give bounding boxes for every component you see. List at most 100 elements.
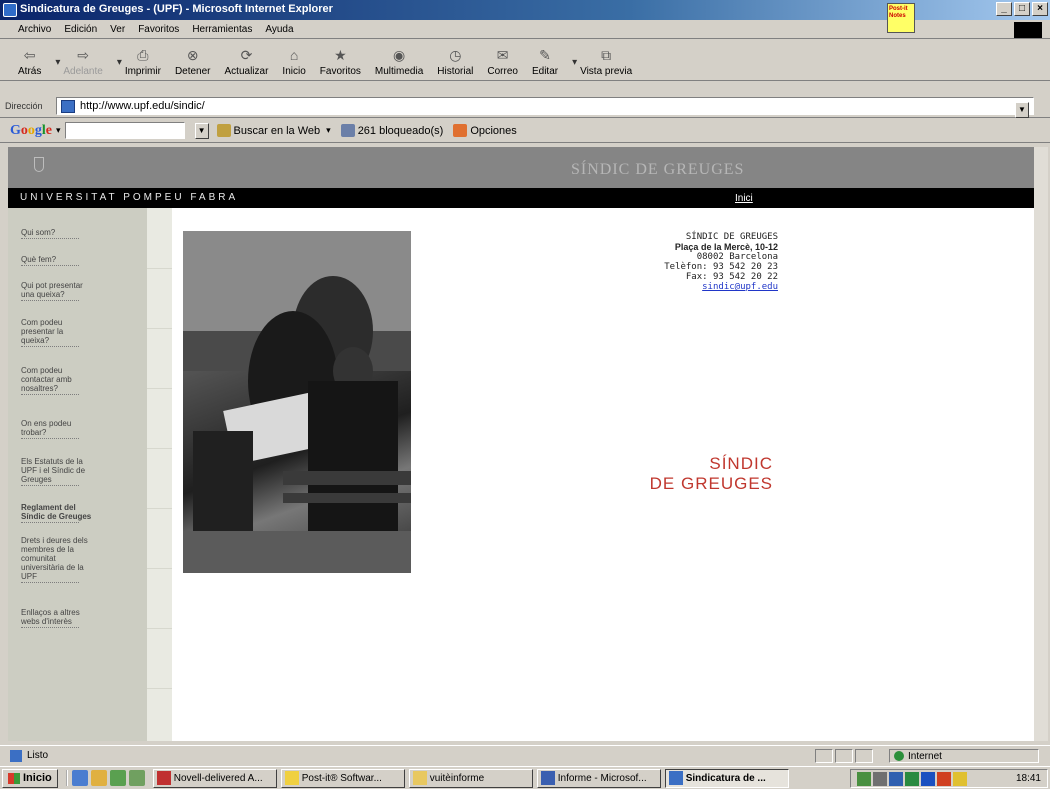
- menu-ver[interactable]: Ver: [110, 24, 125, 35]
- volume-tray-icon[interactable]: [873, 771, 887, 786]
- nav-que-fem[interactable]: Què fem?: [21, 255, 121, 266]
- notes-tray-icon[interactable]: [953, 771, 967, 786]
- ie-quicklaunch-icon[interactable]: [71, 770, 88, 786]
- back-arrow-icon: ⇦: [23, 46, 36, 63]
- task-folder[interactable]: vuitèinforme: [408, 768, 533, 788]
- home-button[interactable]: ⌂ Inicio: [282, 46, 305, 77]
- popup-blocker-button[interactable]: 261 bloqueado(s): [340, 124, 444, 137]
- status-text: Listo: [27, 750, 49, 761]
- home-label: Inicio: [282, 66, 306, 77]
- minimize-button[interactable]: _: [996, 2, 1012, 16]
- stop-button[interactable]: ⊗ Detener: [174, 46, 211, 78]
- messenger-tray-icon[interactable]: [905, 771, 919, 786]
- site-header: SÍNDIC DE GREUGES: [8, 147, 1048, 188]
- google-search-box[interactable]: [64, 122, 185, 139]
- address-dropdown-icon[interactable]: ▼: [1015, 102, 1029, 118]
- windows-logo-icon: [1014, 22, 1042, 38]
- back-button[interactable]: ⇦ Atrás: [18, 46, 41, 78]
- nav-label: Drets i deures dels membres de la comuni…: [21, 536, 88, 581]
- nav-drets-deures[interactable]: Drets i deures dels membres de la comuni…: [21, 536, 93, 583]
- nav-reglament[interactable]: Reglament del Síndic de Greuges: [21, 503, 93, 523]
- nav-on-trobar[interactable]: On ens podeu trobar?: [21, 419, 81, 439]
- task-word[interactable]: Informe - Microsof...: [536, 768, 661, 788]
- vertical-scrollbar[interactable]: [1034, 147, 1048, 741]
- address-input[interactable]: [80, 100, 980, 112]
- forward-button[interactable]: ⇨ Adelante: [63, 46, 103, 78]
- menu-herramientas[interactable]: Herramientas: [192, 24, 252, 35]
- outlook-quicklaunch-icon[interactable]: [90, 770, 107, 786]
- postit-notes-icon[interactable]: Post-it Notes: [887, 3, 915, 33]
- stop-label: Detener: [174, 66, 211, 77]
- edit-dropdown-icon[interactable]: ▾: [572, 57, 580, 68]
- options-icon: [453, 124, 468, 137]
- address-bar: Dirección ▼: [0, 94, 1050, 118]
- search-web-dropdown-icon[interactable]: ▾: [326, 125, 331, 136]
- google-menu-dropdown-icon[interactable]: ▾: [56, 125, 61, 136]
- google-search-dropdown-icon[interactable]: ▼: [194, 122, 209, 139]
- print-preview-button[interactable]: ⧉ Vista previa: [580, 46, 633, 78]
- task-label: Informe - Microsof...: [557, 772, 647, 784]
- contact-email-link[interactable]: sindic@upf.edu: [702, 282, 778, 292]
- nav-label: Què fem?: [21, 255, 57, 264]
- google-search-input[interactable]: [65, 123, 184, 138]
- task-label: Novell-delivered A...: [173, 772, 263, 784]
- desktop-quicklaunch-icon[interactable]: [109, 770, 126, 786]
- status-bar: Listo Internet: [0, 745, 1050, 765]
- print-preview-label: Vista previa: [580, 66, 633, 77]
- nav-qui-pot-presentar[interactable]: Qui pot presentar una queixa?: [21, 281, 91, 301]
- nav-label: Qui pot presentar una queixa?: [21, 281, 83, 299]
- home-link[interactable]: Inici: [735, 193, 753, 204]
- update-tray-icon[interactable]: [937, 771, 951, 786]
- photo-illustration: [183, 231, 411, 573]
- google-search-web-button[interactable]: Buscar en la Web ▾: [216, 124, 331, 137]
- mail-icon: ✉: [496, 46, 509, 63]
- start-button[interactable]: Inicio: [2, 768, 58, 788]
- task-label: Post-it® Softwar...: [301, 772, 382, 784]
- multimedia-label: Multimedia: [374, 66, 424, 77]
- task-postit[interactable]: Post-it® Softwar...: [280, 768, 405, 788]
- menu-edicion[interactable]: Edición: [64, 24, 97, 35]
- nav-enllacos[interactable]: Enllaços a altres webs d'interès: [21, 608, 83, 628]
- refresh-icon: ⟳: [240, 46, 253, 63]
- close-button[interactable]: ×: [1032, 2, 1048, 16]
- site-subheader: UNIVERSITAT POMPEU FABRA Inici: [8, 188, 1048, 208]
- monitor-tray-icon[interactable]: [889, 771, 903, 786]
- nav-com-presentar[interactable]: Com podeu presentar la queixa?: [21, 318, 81, 347]
- multimedia-button[interactable]: ◉ Multimedia: [374, 46, 424, 78]
- nav-qui-som[interactable]: Qui som?: [21, 228, 121, 239]
- page-icon: [61, 99, 75, 113]
- menu-archivo[interactable]: Archivo: [18, 24, 51, 35]
- nav-label: Enllaços a altres webs d'interès: [21, 608, 80, 626]
- nav-estatuts[interactable]: Els Estatuts de la UPF i el Síndic de Gr…: [21, 457, 91, 486]
- favorites-button[interactable]: ★ Favoritos: [320, 46, 361, 78]
- task-novell[interactable]: Novell-delivered A...: [152, 768, 277, 788]
- google-options-button[interactable]: Opciones: [453, 124, 517, 137]
- back-dropdown-icon[interactable]: ▾: [55, 57, 63, 68]
- menu-ayuda[interactable]: Ayuda: [265, 24, 293, 35]
- upf-shield-icon: [34, 157, 44, 172]
- status-panels: [815, 749, 873, 763]
- network-tray-icon[interactable]: [857, 771, 871, 786]
- address-field[interactable]: ▼: [56, 97, 1034, 118]
- google-toolbar: Google ▾ ▼ Buscar en la Web ▾ 261 bloque…: [0, 119, 1050, 143]
- print-button[interactable]: ⎙ Imprimir: [125, 46, 161, 78]
- mail-button[interactable]: ✉ Correo: [487, 46, 518, 78]
- nav-com-contactar[interactable]: Com podeu contactar amb nosaltres?: [21, 366, 81, 395]
- windows-flag-icon: [8, 772, 20, 784]
- google-logo[interactable]: Google: [10, 123, 52, 139]
- refresh-button[interactable]: ⟳ Actualizar: [225, 46, 269, 78]
- media-quicklaunch-icon[interactable]: [128, 770, 145, 786]
- system-tray: 18:41: [850, 769, 1048, 788]
- task-ie-active[interactable]: Sindicatura de ...: [664, 768, 789, 788]
- history-button[interactable]: ◷ Historial: [437, 46, 473, 78]
- forward-dropdown-icon[interactable]: ▾: [117, 57, 125, 68]
- google-search-web-label: Buscar en la Web: [233, 124, 321, 137]
- menu-favoritos[interactable]: Favoritos: [138, 24, 179, 35]
- security-zone-label: Internet: [908, 750, 942, 762]
- antivirus-tray-icon[interactable]: [921, 771, 935, 786]
- maximize-button[interactable]: □: [1014, 2, 1030, 16]
- forward-label: Adelante: [63, 66, 103, 77]
- popup-blocked-count: 261 bloqueado(s): [357, 124, 444, 137]
- nav-label: Reglament del Síndic de Greuges: [21, 503, 92, 521]
- edit-button[interactable]: ✎ Editar: [532, 46, 558, 78]
